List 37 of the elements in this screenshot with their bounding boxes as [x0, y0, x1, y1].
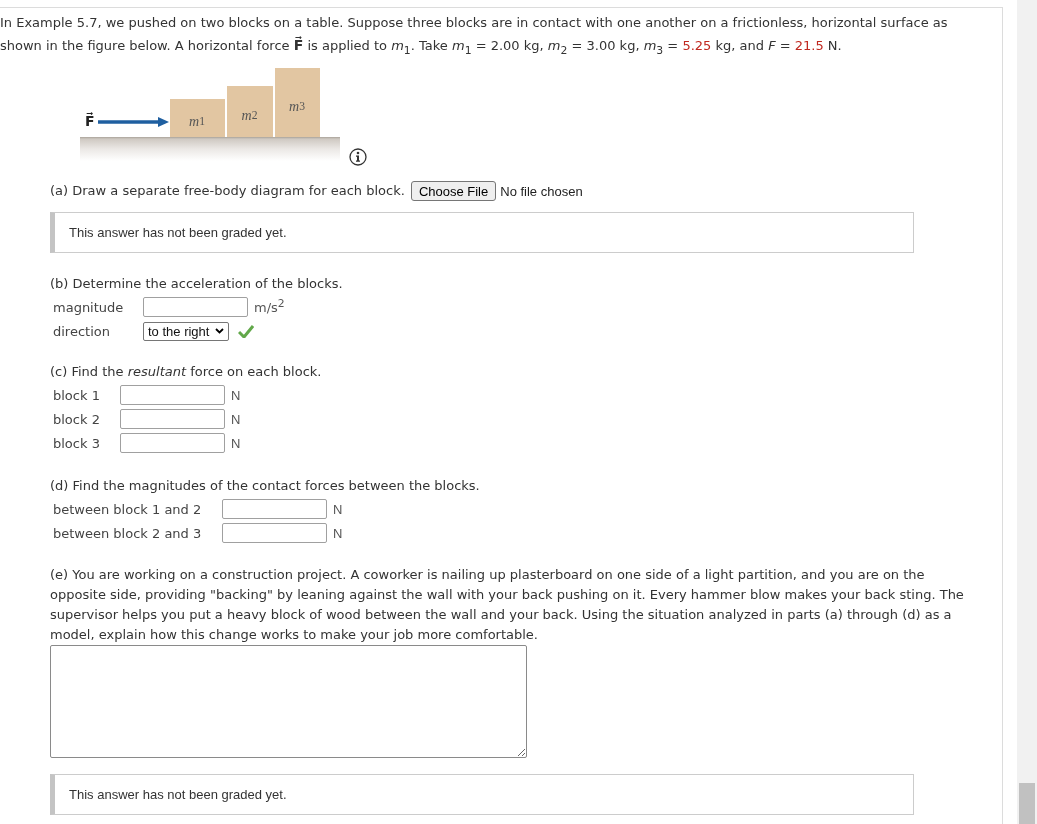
question-text: (d) Find the magnitudes of the contact forces between the blocks. — [50, 477, 481, 495]
question-text: (a) Draw a separate free-body diagram for each block. — [50, 182, 405, 200]
unit-label: N — [333, 501, 343, 517]
chevron-down-icon — [215, 328, 224, 334]
direction-select[interactable]: to the right — [143, 321, 229, 341]
field-label: between block 1 and 2 — [53, 501, 203, 517]
answer-textarea[interactable] — [50, 645, 527, 758]
unit-label: N — [231, 411, 241, 427]
unit-label: m/s$^{2}$ — [254, 299, 285, 315]
question-text: (e) You are working on a construction project. A coworker is nailing up plasterboard on one side of a light partition, and you are on the opposite side, providing "backing" by leaning against the wall with your back pushing on it. Every hammer blow makes your back sting. The supervisor helps you put a heavy block of wood between the wall and your back. Using the situation analyzed in parts (a) through (d) as a model, explain how this change works to make your job more comfortable. — [50, 566, 965, 644]
answer-field[interactable] — [120, 409, 225, 429]
field-label: block 3 — [53, 435, 101, 451]
field-label: magnitude — [53, 299, 125, 315]
field-label: block 2 — [53, 411, 101, 427]
file-status-text: No file chosen — [500, 183, 583, 199]
field-label: between block 2 and 3 — [53, 525, 203, 541]
field-label: block 1 — [53, 387, 101, 403]
force-label: F⃗ — [85, 112, 95, 130]
answer-field[interactable] — [222, 499, 327, 519]
unit-label: N — [231, 435, 241, 451]
scrollbar-thumb[interactable] — [1019, 783, 1035, 824]
answer-field[interactable] — [222, 523, 327, 543]
grading-status-text: This answer has not been graded yet. — [69, 225, 287, 240]
question-text: (c) Find the resultant force on each block. — [50, 363, 323, 381]
choose-file-button[interactable]: Choose File — [410, 181, 497, 201]
unit-label: N — [231, 387, 241, 403]
answer-field[interactable] — [120, 433, 225, 453]
grading-status-text: This answer has not been graded yet. — [69, 787, 287, 802]
scrollbar-track[interactable] — [1017, 0, 1037, 824]
answer-field[interactable] — [120, 385, 225, 405]
field-label: direction — [53, 323, 111, 339]
answer-field[interactable] — [143, 297, 248, 317]
info-icon[interactable] — [349, 148, 367, 166]
force-arrow — [97, 117, 169, 127]
unit-label: N — [333, 525, 343, 541]
problem-statement: In Example 5.7, we pushed on two blocks on a table. Suppose three blocks are in contact with one another on a frictionless, horizontal surface as shown in the figure below. A horizontal force F⃗ is applied to m$_{1}$. Take m$_{1}$ = 2.00 kg, m$_{2}$ = 3.00 kg, m$_{3}$ = 5.25 kg, and F = 21.5 N. — [0, 14, 949, 57]
question-text: (b) Determine the acceleration of the blocks. — [50, 275, 344, 293]
